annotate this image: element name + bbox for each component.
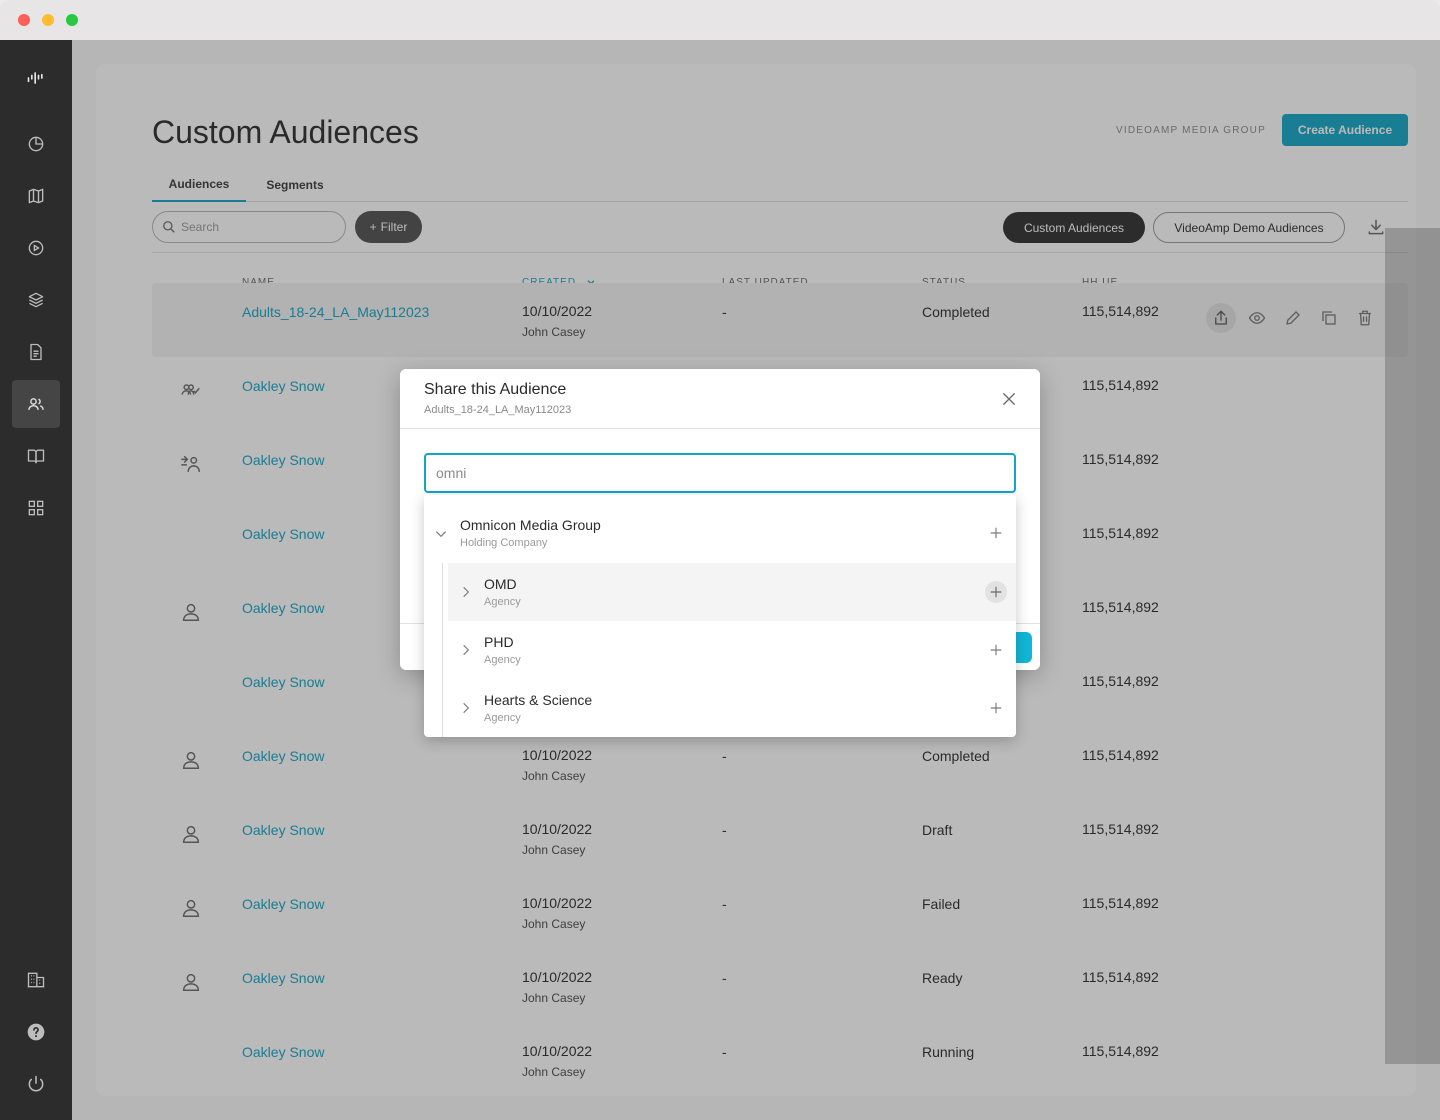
result-type: Holding Company bbox=[460, 537, 548, 549]
sidebar-item-apps[interactable] bbox=[12, 484, 60, 532]
book-icon bbox=[27, 449, 45, 464]
sidebar bbox=[0, 40, 72, 1120]
chevron-down-icon[interactable] bbox=[434, 527, 448, 541]
sidebar-item-audiences[interactable] bbox=[12, 380, 60, 428]
pie-chart-icon bbox=[28, 136, 44, 152]
tree-guide-line bbox=[442, 563, 443, 737]
sidebar-item-dashboard[interactable] bbox=[12, 120, 60, 168]
sidebar-item-map[interactable] bbox=[12, 172, 60, 220]
add-icon[interactable] bbox=[985, 581, 1007, 603]
chevron-right-icon[interactable] bbox=[459, 585, 473, 599]
sidebar-item-logout[interactable] bbox=[12, 1060, 60, 1108]
result-name: Hearts & Science bbox=[484, 692, 593, 708]
result-type: Agency bbox=[484, 596, 521, 608]
chevron-right-icon[interactable] bbox=[459, 643, 473, 657]
play-circle-icon bbox=[28, 240, 44, 256]
share-search-input[interactable]: omni bbox=[424, 453, 1016, 493]
minimize-window-button[interactable] bbox=[42, 14, 54, 26]
layers-icon bbox=[28, 292, 44, 308]
share-results-dropdown: Omnicon Media Group Holding Company OMD … bbox=[424, 495, 1016, 737]
chevron-right-icon[interactable] bbox=[459, 701, 473, 715]
sidebar-item-documents[interactable] bbox=[12, 328, 60, 376]
sidebar-item-layers[interactable] bbox=[12, 276, 60, 324]
sidebar-item-media[interactable] bbox=[12, 224, 60, 272]
modal-header: Share this Audience Adults_18-24_LA_May1… bbox=[400, 369, 1040, 429]
result-name: OMD bbox=[484, 576, 517, 592]
add-icon[interactable] bbox=[985, 697, 1007, 719]
document-icon bbox=[30, 343, 42, 361]
result-item-agency[interactable]: PHD Agency bbox=[448, 621, 1016, 679]
side-panel-shadow bbox=[1385, 228, 1440, 1064]
result-type: Agency bbox=[484, 654, 521, 666]
building-icon bbox=[27, 972, 45, 988]
add-icon[interactable] bbox=[985, 639, 1007, 661]
sidebar-item-organization[interactable] bbox=[12, 956, 60, 1004]
zoom-window-button[interactable] bbox=[66, 14, 78, 26]
power-icon bbox=[28, 1075, 44, 1092]
result-name: PHD bbox=[484, 634, 514, 650]
result-type: Agency bbox=[484, 712, 521, 724]
close-window-button[interactable] bbox=[18, 14, 30, 26]
sidebar-item-library[interactable] bbox=[12, 432, 60, 480]
grid-icon bbox=[28, 500, 44, 516]
help-icon bbox=[27, 1023, 45, 1041]
close-icon[interactable] bbox=[1000, 390, 1018, 408]
add-icon[interactable] bbox=[985, 522, 1007, 544]
users-icon bbox=[28, 398, 44, 410]
sidebar-item-help[interactable] bbox=[12, 1008, 60, 1056]
result-item-agency[interactable]: OMD Agency bbox=[448, 563, 1016, 621]
modal-title: Share this Audience bbox=[424, 381, 567, 398]
logo-icon[interactable] bbox=[12, 54, 60, 102]
result-name: Omnicon Media Group bbox=[460, 517, 601, 533]
result-item-agency[interactable]: Hearts & Science Agency bbox=[448, 679, 1016, 737]
map-icon bbox=[28, 188, 44, 204]
window-titlebar bbox=[0, 0, 1440, 40]
modal-subtitle: Adults_18-24_LA_May112023 bbox=[424, 404, 572, 416]
result-item-holding-company[interactable]: Omnicon Media Group Holding Company bbox=[424, 504, 1016, 562]
